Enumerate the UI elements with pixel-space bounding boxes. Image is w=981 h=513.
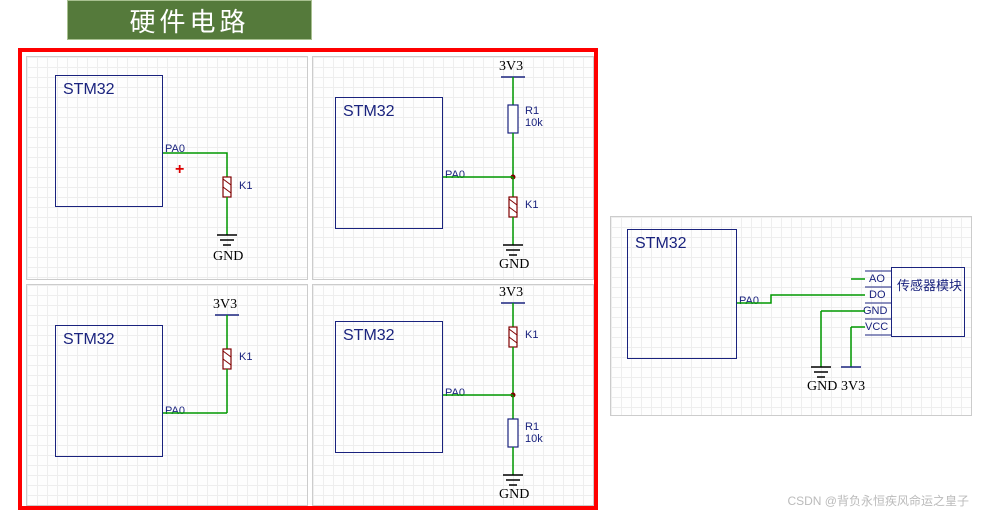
- r1-value: 10k: [525, 117, 543, 129]
- wires-bl: [27, 285, 309, 507]
- v3v3-label: 3V3: [841, 379, 865, 395]
- k1-label: K1: [239, 180, 252, 192]
- schematic-pulldown-button: STM32 PA0 + K1 GND: [26, 56, 308, 280]
- section-title: 硬件电路: [67, 0, 312, 40]
- wires-tr: [313, 57, 595, 281]
- wires-right: [611, 217, 973, 417]
- gnd-label: GND: [499, 257, 529, 273]
- gnd-label: GND: [213, 249, 243, 265]
- wires-br: [313, 285, 595, 507]
- schematic-pulldown-resistor-button-high: STM32 PA0 3V3 K1 R1 10k GND: [312, 284, 594, 506]
- r1-label: R1: [525, 421, 539, 433]
- k1-label: K1: [239, 351, 252, 363]
- watermark: CSDN @背负永恒疾风命运之皇子: [787, 492, 969, 509]
- schematic-pullup-button: STM32 PA0 3V3 K1: [26, 284, 308, 506]
- r1-value: 10k: [525, 433, 543, 445]
- k1-label: K1: [525, 329, 538, 341]
- v3v3-label: 3V3: [499, 59, 523, 75]
- schematic-group-highlighted: STM32 PA0 + K1 GND STM32 PA0: [18, 48, 598, 510]
- schematic-sensor-module: STM32 PA0 传感器模块 AO DO GND VCC GND 3V3: [610, 216, 972, 416]
- v3v3-label: 3V3: [499, 285, 523, 301]
- k1-label: K1: [525, 199, 538, 211]
- wires-tl: [27, 57, 309, 281]
- schematic-pullup-resistor-button-low: STM32 PA0 3V3 R1 10k K1 GND: [312, 56, 594, 280]
- gnd-label: GND: [807, 379, 837, 395]
- gnd-label: GND: [499, 487, 529, 503]
- r1-label: R1: [525, 105, 539, 117]
- v3v3-label: 3V3: [213, 297, 237, 313]
